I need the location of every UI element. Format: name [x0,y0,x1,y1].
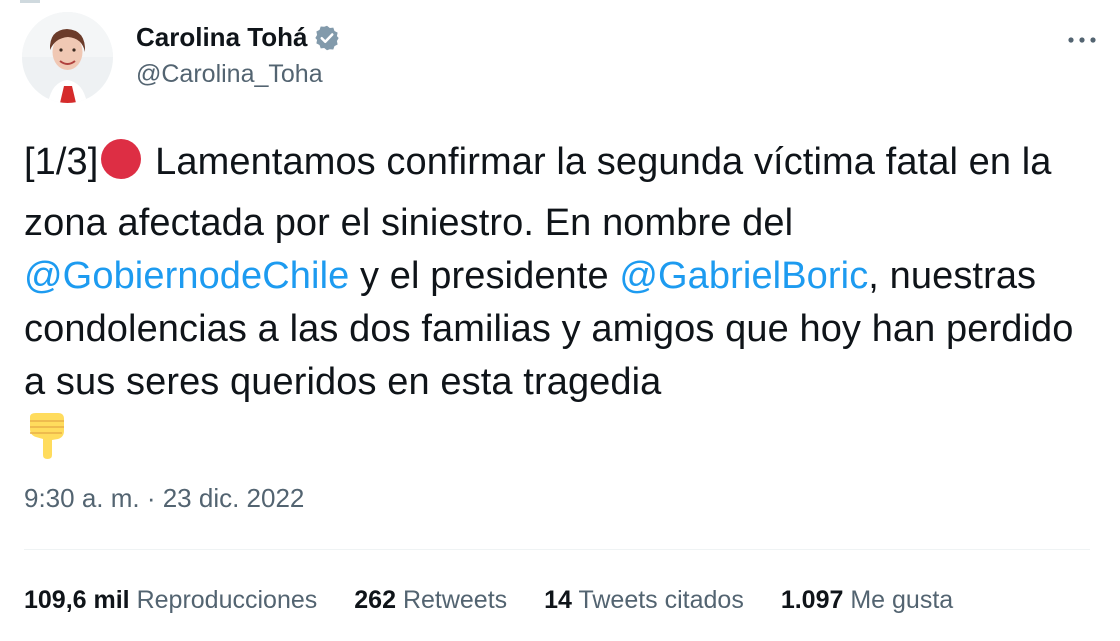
tweet-text: [1/3] Lamentamos confirmar la segunda ví… [24,136,1094,476]
stat-number: 14 [544,586,572,614]
more-options-icon[interactable] [1064,22,1100,58]
mention-link-gobierno[interactable]: @GobiernodeChile [24,255,349,297]
tweet-stats: 109,6 mil Reproducciones 262 Retweets 14… [24,586,990,615]
stat-label: Me gusta [850,586,954,614]
author-name[interactable]: Carolina Tohá [136,22,307,53]
stat-likes[interactable]: 1.097 Me gusta [781,586,953,615]
stat-label: Reproducciones [136,586,318,614]
stat-number: 262 [354,586,396,614]
stat-views[interactable]: 109,6 mil Reproducciones [24,586,317,615]
text-segment: [1/3] [24,141,99,183]
stat-number: 1.097 [780,586,844,614]
avatar[interactable] [22,12,113,103]
author-name-row: Carolina Tohá [136,22,341,53]
author-handle[interactable]: @Carolina_Toha [136,60,323,89]
tweet-card: Carolina Tohá @Carolina_Toha [1/3] Lamen… [0,0,1120,641]
stat-number: 109,6 mil [24,586,130,614]
text-segment: y el presidente [349,255,620,297]
top-edge-fragment [20,0,40,3]
tweet-timestamp[interactable]: 9:30 a. m. · 23 dic. 2022 [24,483,304,514]
divider [24,549,1090,550]
pointing-down-hand-emoji-icon [24,409,70,476]
mention-link-boric[interactable]: @GabrielBoric [619,255,868,297]
text-segment: Lamentamos confirmar la segunda víctima … [24,141,1052,244]
stat-quote-tweets[interactable]: 14 Tweets citados [544,586,744,615]
stat-label: Retweets [402,586,508,614]
verified-badge-icon [313,24,341,52]
stat-label: Tweets citados [578,586,744,614]
stat-retweets[interactable]: 262 Retweets [354,586,507,615]
red-circle-emoji-icon [98,136,144,197]
